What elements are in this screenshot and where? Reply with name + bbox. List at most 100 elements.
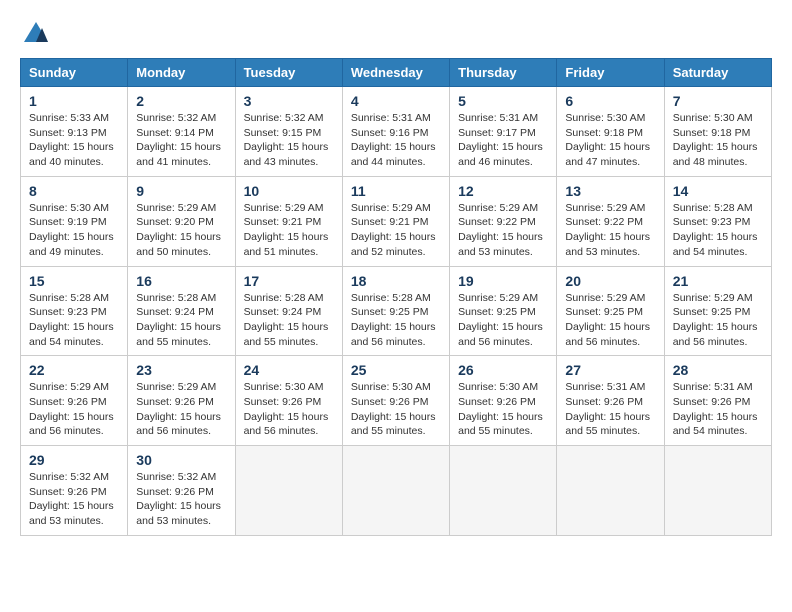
calendar-cell: 29 Sunrise: 5:32 AM Sunset: 9:26 PM Dayli… bbox=[21, 446, 128, 536]
day-number: 20 bbox=[565, 273, 655, 289]
day-number: 13 bbox=[565, 183, 655, 199]
day-number: 24 bbox=[244, 362, 334, 378]
calendar-cell: 14Sunrise: 5:28 AM Sunset: 9:23 PM Dayli… bbox=[664, 176, 771, 266]
page-header bbox=[20, 20, 772, 48]
calendar-cell bbox=[557, 446, 664, 536]
calendar-week-row: 8 Sunrise: 5:30 AM Sunset: 9:19 PM Daylig… bbox=[21, 176, 772, 266]
calendar-cell: 17Sunrise: 5:28 AM Sunset: 9:24 PM Dayli… bbox=[235, 266, 342, 356]
day-number: 10 bbox=[244, 183, 334, 199]
calendar-cell bbox=[450, 446, 557, 536]
day-number: 21 bbox=[673, 273, 763, 289]
day-number: 5 bbox=[458, 93, 548, 109]
col-tuesday: Tuesday bbox=[235, 59, 342, 87]
calendar-header-row: Sunday Monday Tuesday Wednesday Thursday… bbox=[21, 59, 772, 87]
day-number: 9 bbox=[136, 183, 226, 199]
calendar-table: Sunday Monday Tuesday Wednesday Thursday… bbox=[20, 58, 772, 536]
day-number: 16 bbox=[136, 273, 226, 289]
day-info: Sunrise: 5:29 AM Sunset: 9:25 PM Dayligh… bbox=[673, 291, 763, 350]
day-info: Sunrise: 5:30 AM Sunset: 9:26 PM Dayligh… bbox=[458, 380, 548, 439]
day-number: 28 bbox=[673, 362, 763, 378]
day-info: Sunrise: 5:29 AM Sunset: 9:25 PM Dayligh… bbox=[565, 291, 655, 350]
day-info: Sunrise: 5:33 AM Sunset: 9:13 PM Dayligh… bbox=[29, 111, 119, 170]
day-info: Sunrise: 5:29 AM Sunset: 9:22 PM Dayligh… bbox=[565, 201, 655, 260]
day-number: 1 bbox=[29, 93, 119, 109]
day-number: 27 bbox=[565, 362, 655, 378]
day-info: Sunrise: 5:31 AM Sunset: 9:26 PM Dayligh… bbox=[565, 380, 655, 439]
day-info: Sunrise: 5:31 AM Sunset: 9:17 PM Dayligh… bbox=[458, 111, 548, 170]
day-info: Sunrise: 5:32 AM Sunset: 9:26 PM Dayligh… bbox=[29, 470, 119, 529]
day-number: 3 bbox=[244, 93, 334, 109]
logo bbox=[20, 20, 50, 48]
day-info: Sunrise: 5:28 AM Sunset: 9:23 PM Dayligh… bbox=[29, 291, 119, 350]
day-number: 19 bbox=[458, 273, 548, 289]
day-info: Sunrise: 5:29 AM Sunset: 9:25 PM Dayligh… bbox=[458, 291, 548, 350]
calendar-cell: 23 Sunrise: 5:29 AM Sunset: 9:26 PM Dayli… bbox=[128, 356, 235, 446]
day-info: Sunrise: 5:29 AM Sunset: 9:21 PM Dayligh… bbox=[351, 201, 441, 260]
calendar-cell: 26 Sunrise: 5:30 AM Sunset: 9:26 PM Dayli… bbox=[450, 356, 557, 446]
calendar-cell: 20 Sunrise: 5:29 AM Sunset: 9:25 PM Dayli… bbox=[557, 266, 664, 356]
calendar-cell: 1 Sunrise: 5:33 AM Sunset: 9:13 PM Daylig… bbox=[21, 87, 128, 177]
day-info: Sunrise: 5:31 AM Sunset: 9:26 PM Dayligh… bbox=[673, 380, 763, 439]
calendar-cell bbox=[235, 446, 342, 536]
calendar-cell: 15 Sunrise: 5:28 AM Sunset: 9:23 PM Dayli… bbox=[21, 266, 128, 356]
day-number: 7 bbox=[673, 93, 763, 109]
logo-icon bbox=[22, 20, 50, 48]
calendar-cell bbox=[664, 446, 771, 536]
calendar-cell: 10 Sunrise: 5:29 AM Sunset: 9:21 PM Dayli… bbox=[235, 176, 342, 266]
calendar-cell: 8 Sunrise: 5:30 AM Sunset: 9:19 PM Daylig… bbox=[21, 176, 128, 266]
day-number: 15 bbox=[29, 273, 119, 289]
day-number: 6 bbox=[565, 93, 655, 109]
calendar-week-row: 22Sunrise: 5:29 AM Sunset: 9:26 PM Dayli… bbox=[21, 356, 772, 446]
calendar-cell: 5 Sunrise: 5:31 AM Sunset: 9:17 PM Daylig… bbox=[450, 87, 557, 177]
col-monday: Monday bbox=[128, 59, 235, 87]
calendar-cell: 3 Sunrise: 5:32 AM Sunset: 9:15 PM Daylig… bbox=[235, 87, 342, 177]
calendar-cell: 19 Sunrise: 5:29 AM Sunset: 9:25 PM Dayli… bbox=[450, 266, 557, 356]
calendar-cell: 22Sunrise: 5:29 AM Sunset: 9:26 PM Dayli… bbox=[21, 356, 128, 446]
calendar-cell: 7 Sunrise: 5:30 AM Sunset: 9:18 PM Daylig… bbox=[664, 87, 771, 177]
calendar-cell: 2 Sunrise: 5:32 AM Sunset: 9:14 PM Daylig… bbox=[128, 87, 235, 177]
day-info: Sunrise: 5:29 AM Sunset: 9:26 PM Dayligh… bbox=[29, 380, 119, 439]
day-info: Sunrise: 5:28 AM Sunset: 9:24 PM Dayligh… bbox=[136, 291, 226, 350]
day-number: 8 bbox=[29, 183, 119, 199]
calendar-cell bbox=[342, 446, 449, 536]
day-number: 2 bbox=[136, 93, 226, 109]
calendar-cell: 24Sunrise: 5:30 AM Sunset: 9:26 PM Dayli… bbox=[235, 356, 342, 446]
day-info: Sunrise: 5:30 AM Sunset: 9:18 PM Dayligh… bbox=[673, 111, 763, 170]
day-info: Sunrise: 5:32 AM Sunset: 9:14 PM Dayligh… bbox=[136, 111, 226, 170]
col-thursday: Thursday bbox=[450, 59, 557, 87]
col-saturday: Saturday bbox=[664, 59, 771, 87]
col-sunday: Sunday bbox=[21, 59, 128, 87]
calendar-cell: 16 Sunrise: 5:28 AM Sunset: 9:24 PM Dayli… bbox=[128, 266, 235, 356]
day-info: Sunrise: 5:30 AM Sunset: 9:19 PM Dayligh… bbox=[29, 201, 119, 260]
day-number: 30 bbox=[136, 452, 226, 468]
calendar-cell: 4 Sunrise: 5:31 AM Sunset: 9:16 PM Daylig… bbox=[342, 87, 449, 177]
day-number: 25 bbox=[351, 362, 441, 378]
day-info: Sunrise: 5:31 AM Sunset: 9:16 PM Dayligh… bbox=[351, 111, 441, 170]
calendar-week-row: 1 Sunrise: 5:33 AM Sunset: 9:13 PM Daylig… bbox=[21, 87, 772, 177]
day-number: 23 bbox=[136, 362, 226, 378]
day-number: 26 bbox=[458, 362, 548, 378]
day-number: 11 bbox=[351, 183, 441, 199]
day-info: Sunrise: 5:29 AM Sunset: 9:26 PM Dayligh… bbox=[136, 380, 226, 439]
calendar-cell: 18Sunrise: 5:28 AM Sunset: 9:25 PM Dayli… bbox=[342, 266, 449, 356]
calendar-cell: 12 Sunrise: 5:29 AM Sunset: 9:22 PM Dayli… bbox=[450, 176, 557, 266]
calendar-cell: 25Sunrise: 5:30 AM Sunset: 9:26 PM Dayli… bbox=[342, 356, 449, 446]
col-wednesday: Wednesday bbox=[342, 59, 449, 87]
day-number: 18 bbox=[351, 273, 441, 289]
day-info: Sunrise: 5:29 AM Sunset: 9:22 PM Dayligh… bbox=[458, 201, 548, 260]
day-info: Sunrise: 5:32 AM Sunset: 9:15 PM Dayligh… bbox=[244, 111, 334, 170]
day-number: 29 bbox=[29, 452, 119, 468]
day-number: 4 bbox=[351, 93, 441, 109]
calendar-cell: 30Sunrise: 5:32 AM Sunset: 9:26 PM Dayli… bbox=[128, 446, 235, 536]
col-friday: Friday bbox=[557, 59, 664, 87]
day-number: 12 bbox=[458, 183, 548, 199]
calendar-cell: 27 Sunrise: 5:31 AM Sunset: 9:26 PM Dayli… bbox=[557, 356, 664, 446]
calendar-cell: 13 Sunrise: 5:29 AM Sunset: 9:22 PM Dayli… bbox=[557, 176, 664, 266]
calendar-week-row: 29 Sunrise: 5:32 AM Sunset: 9:26 PM Dayli… bbox=[21, 446, 772, 536]
calendar-cell: 28 Sunrise: 5:31 AM Sunset: 9:26 PM Dayli… bbox=[664, 356, 771, 446]
calendar-cell: 11 Sunrise: 5:29 AM Sunset: 9:21 PM Dayli… bbox=[342, 176, 449, 266]
day-info: Sunrise: 5:29 AM Sunset: 9:21 PM Dayligh… bbox=[244, 201, 334, 260]
calendar-cell: 21 Sunrise: 5:29 AM Sunset: 9:25 PM Dayli… bbox=[664, 266, 771, 356]
day-number: 14 bbox=[673, 183, 763, 199]
day-info: Sunrise: 5:29 AM Sunset: 9:20 PM Dayligh… bbox=[136, 201, 226, 260]
